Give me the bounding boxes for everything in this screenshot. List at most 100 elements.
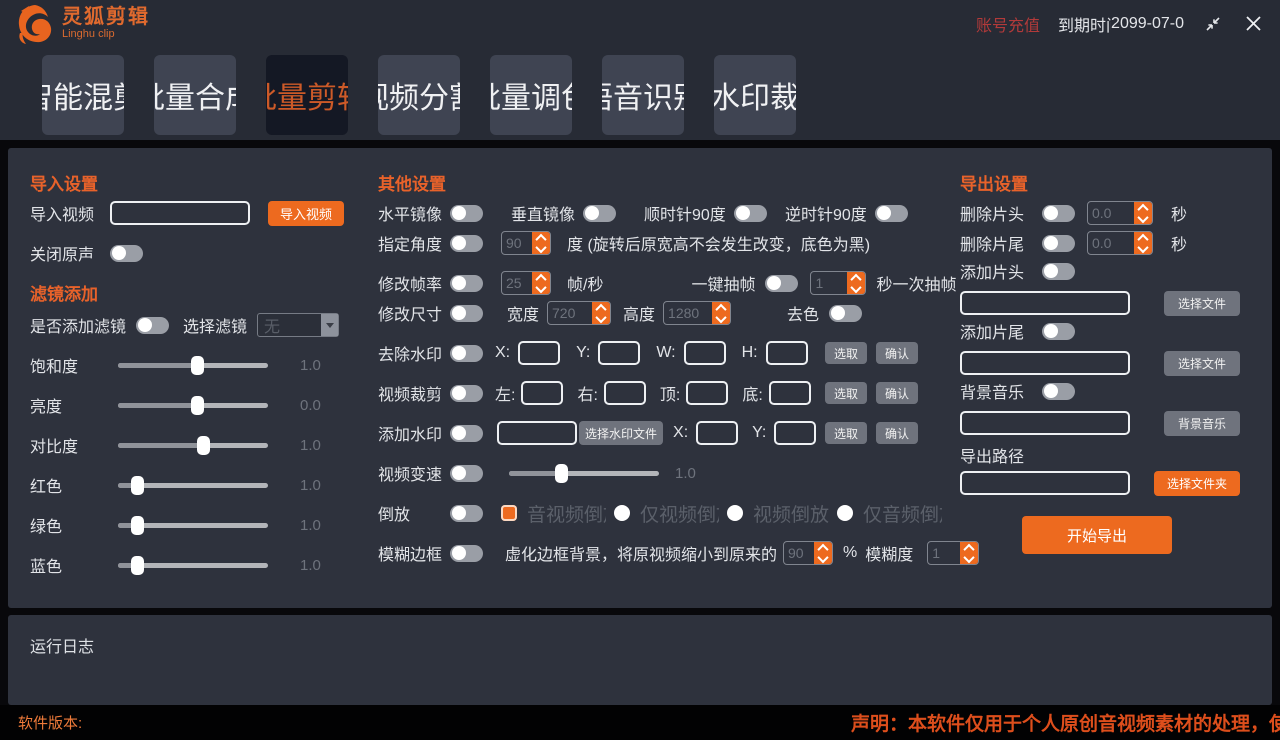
spinner-arrows-icon[interactable]: [1134, 202, 1152, 224]
add-tail-toggle[interactable]: [1042, 323, 1075, 340]
tab-batch-compose[interactable]: 批量合成: [154, 55, 236, 135]
height-spinner[interactable]: 1280: [663, 301, 731, 325]
spinner-arrows-icon[interactable]: [712, 302, 730, 324]
add-wm-confirm-button[interactable]: 确认: [876, 422, 918, 444]
crop-confirm-button[interactable]: 确认: [876, 382, 918, 404]
brightness-slider[interactable]: [118, 403, 268, 408]
remove-watermark-toggle[interactable]: [450, 345, 483, 362]
filter-dropdown-value: 无: [258, 314, 321, 336]
tab-video-split[interactable]: 视频分割: [378, 55, 460, 135]
grayscale-toggle[interactable]: [829, 305, 862, 322]
spinner-arrows-icon[interactable]: [814, 542, 832, 564]
extract-spinner[interactable]: 1: [810, 271, 866, 295]
remove-wm-confirm-button[interactable]: 确认: [876, 342, 918, 364]
rotate-ccw-toggle[interactable]: [875, 205, 908, 222]
choose-watermark-file-button[interactable]: 选择水印文件: [579, 421, 663, 445]
resize-toggle[interactable]: [450, 305, 483, 322]
tail-file-input[interactable]: [960, 351, 1130, 375]
crop-toggle[interactable]: [450, 385, 483, 402]
export-path-input[interactable]: [960, 471, 1130, 495]
slider-handle[interactable]: [131, 556, 144, 575]
recharge-link[interactable]: 账号充值: [976, 12, 1040, 36]
tab-batch-color[interactable]: 批量调色: [490, 55, 572, 135]
crop-top-input[interactable]: [686, 381, 728, 405]
reverse-option-audio-only-radio[interactable]: [837, 505, 853, 521]
speed-label: 视频变速: [378, 461, 450, 485]
fps-spinner[interactable]: 25: [501, 271, 551, 295]
blue-slider[interactable]: [118, 563, 268, 568]
slider-handle[interactable]: [191, 396, 204, 415]
blur-scale-spinner[interactable]: 90: [783, 541, 833, 565]
add-wm-y-input[interactable]: [774, 421, 816, 445]
crop-pick-button[interactable]: 选取: [825, 382, 867, 404]
spinner-arrows-icon[interactable]: [592, 302, 610, 324]
spinner-arrows-icon[interactable]: [1134, 232, 1152, 254]
crop-bottom-input[interactable]: [769, 381, 811, 405]
tab-speech-recognition[interactable]: 语音识别: [602, 55, 684, 135]
trim-head-toggle[interactable]: [1042, 205, 1075, 222]
spinner-arrows-icon[interactable]: [532, 272, 550, 294]
tab-smart-mix[interactable]: 智能混剪: [42, 55, 124, 135]
reverse-option-av-radio[interactable]: [501, 505, 517, 521]
trim-tail-toggle[interactable]: [1042, 235, 1075, 252]
tab-watermark-crop[interactable]: 去水印裁剪: [714, 55, 796, 135]
choose-tail-file-button[interactable]: 选择文件: [1164, 351, 1240, 376]
remove-wm-pick-button[interactable]: 选取: [825, 342, 867, 364]
fps-label: 修改帧率: [378, 271, 450, 295]
mirror-h-toggle[interactable]: [450, 205, 483, 222]
slider-handle[interactable]: [131, 476, 144, 495]
add-wm-x-input[interactable]: [696, 421, 738, 445]
wm-h-input[interactable]: [766, 341, 808, 365]
import-video-input[interactable]: [110, 201, 250, 225]
bgm-button[interactable]: 背景音乐: [1164, 411, 1240, 436]
speed-slider[interactable]: [509, 471, 659, 476]
reverse-option-video-radio[interactable]: [727, 505, 743, 521]
green-slider[interactable]: [118, 523, 268, 528]
import-video-button[interactable]: 导入视频: [268, 201, 344, 226]
angle-toggle[interactable]: [450, 235, 483, 252]
slider-handle[interactable]: [555, 464, 568, 483]
bgm-toggle[interactable]: [1042, 383, 1075, 400]
contrast-slider[interactable]: [118, 443, 268, 448]
restore-window-icon[interactable]: [1202, 13, 1224, 35]
saturation-slider[interactable]: [118, 363, 268, 368]
choose-head-file-button[interactable]: 选择文件: [1164, 291, 1240, 316]
close-window-icon[interactable]: [1242, 13, 1264, 35]
slider-handle[interactable]: [191, 356, 204, 375]
add-filter-toggle[interactable]: [136, 317, 169, 334]
add-head-toggle[interactable]: [1042, 263, 1075, 280]
mirror-v-toggle[interactable]: [583, 205, 616, 222]
trim-tail-spinner[interactable]: 0.0: [1087, 231, 1153, 255]
saturation-value: 1.0: [300, 357, 321, 374]
rotate-cw-toggle[interactable]: [734, 205, 767, 222]
mute-toggle[interactable]: [110, 245, 143, 262]
reverse-option-video-only-radio[interactable]: [614, 505, 630, 521]
slider-handle[interactable]: [197, 436, 210, 455]
crop-left-input[interactable]: [521, 381, 563, 405]
add-watermark-toggle[interactable]: [450, 425, 483, 442]
wm-y-input[interactable]: [598, 341, 640, 365]
reverse-toggle[interactable]: [450, 505, 483, 522]
spinner-arrows-icon[interactable]: [847, 272, 865, 294]
head-file-input[interactable]: [960, 291, 1130, 315]
add-wm-pick-button[interactable]: 选取: [825, 422, 867, 444]
spinner-arrows-icon[interactable]: [532, 232, 550, 254]
angle-spinner[interactable]: 90: [501, 231, 551, 255]
wm-x-input[interactable]: [518, 341, 560, 365]
trim-head-spinner[interactable]: 0.0: [1087, 201, 1153, 225]
red-slider[interactable]: [118, 483, 268, 488]
slider-handle[interactable]: [131, 516, 144, 535]
bgm-file-input[interactable]: [960, 411, 1130, 435]
fps-toggle[interactable]: [450, 275, 483, 292]
wm-w-input[interactable]: [684, 341, 726, 365]
blur-border-toggle[interactable]: [450, 545, 483, 562]
choose-folder-button[interactable]: 选择文件夹: [1154, 471, 1240, 496]
tab-batch-edit[interactable]: 批量剪辑: [266, 55, 348, 135]
speed-toggle[interactable]: [450, 465, 483, 482]
extract-toggle[interactable]: [765, 275, 798, 292]
filter-dropdown[interactable]: 无: [257, 313, 339, 337]
start-export-button[interactable]: 开始导出: [1022, 516, 1172, 554]
width-spinner[interactable]: 720: [547, 301, 611, 325]
crop-right-input[interactable]: [604, 381, 646, 405]
watermark-file-input[interactable]: [497, 421, 577, 445]
